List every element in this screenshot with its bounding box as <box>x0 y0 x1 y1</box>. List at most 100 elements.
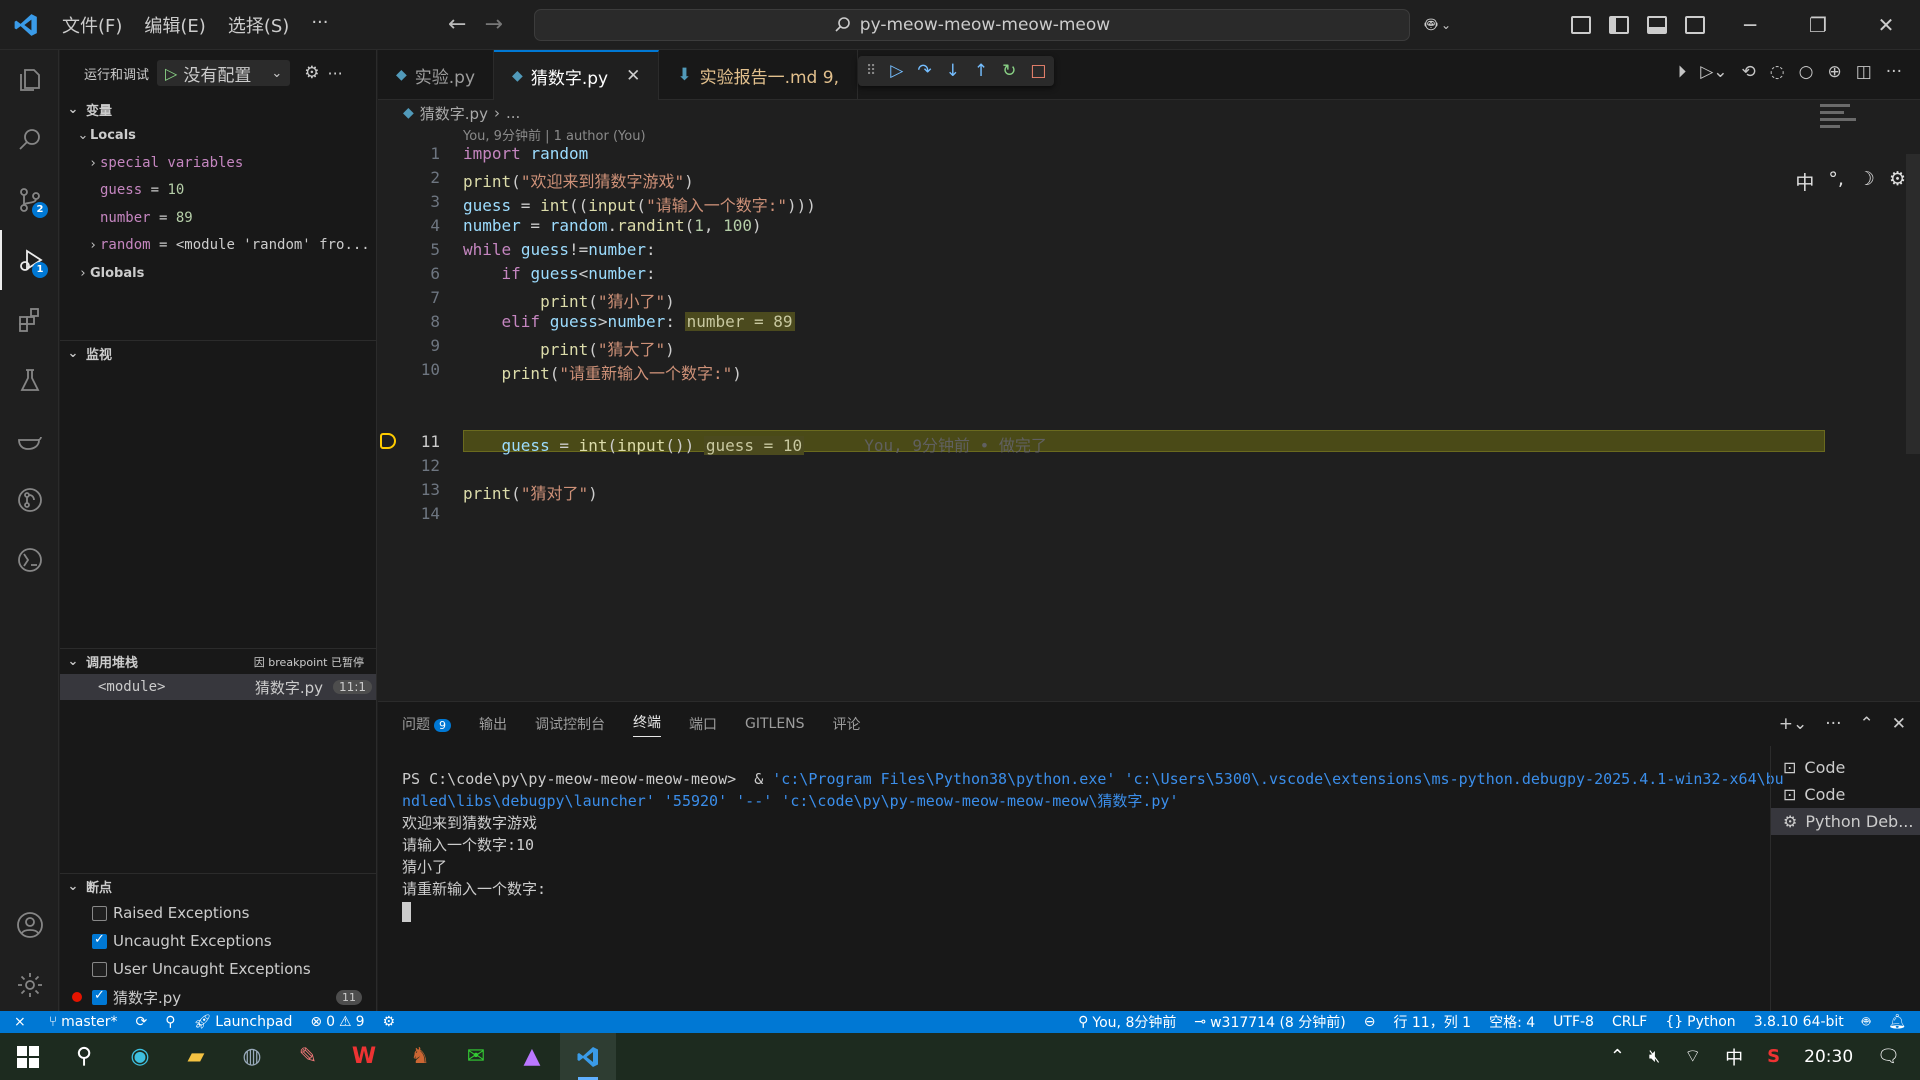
variable-row[interactable]: number = 89 <box>60 205 376 233</box>
close-icon[interactable]: ✕ <box>626 66 640 86</box>
run-icon[interactable]: ▷⌄ <box>1700 62 1727 82</box>
variable-row[interactable]: › special variables <box>60 150 376 178</box>
ime-punct-icon[interactable]: °, <box>1828 168 1844 195</box>
forward-arrow-icon[interactable]: → <box>484 12 502 37</box>
encoding[interactable]: UTF-8 <box>1544 1014 1603 1030</box>
variable-row[interactable]: guess = 10 <box>60 177 376 205</box>
breakpoint-checkbox[interactable] <box>92 961 107 977</box>
breadcrumb-symbol[interactable]: ... <box>506 104 520 122</box>
gitlens-compare-icon[interactable]: ⊕ <box>1827 62 1841 82</box>
tab-gitlens[interactable]: GITLENS <box>745 716 805 732</box>
tab-terminal[interactable]: 终端 <box>633 712 661 737</box>
notification-center-icon[interactable]: 🗨︎ <box>1877 1046 1900 1067</box>
tab-experiment[interactable]: ◆ 实验.py <box>378 50 495 100</box>
more-actions-icon[interactable]: ··· <box>1886 62 1902 82</box>
start-debug-icon[interactable]: ▷ <box>165 64 177 83</box>
gitlens-icon[interactable] <box>0 470 59 530</box>
minimize-icon[interactable]: ─ <box>1716 0 1784 50</box>
copilot-status-icon[interactable]: 🤖︎ <box>1853 1012 1879 1032</box>
vscode-taskbar-icon[interactable] <box>560 1033 616 1080</box>
debug-status-icon[interactable]: ⚙ <box>374 1014 405 1030</box>
tab-problems[interactable]: 问题 9 <box>402 714 451 734</box>
editor-scrollbar[interactable] <box>1906 154 1920 454</box>
app-icon[interactable]: ▲ <box>504 1033 560 1080</box>
terminal-output[interactable]: PS C:\code\py\py-meow-meow-meow-meow> & … <box>402 768 1792 922</box>
chevron-down-icon[interactable]: ⌄ <box>271 66 282 81</box>
source-control-icon[interactable]: 2 <box>0 170 59 230</box>
terminal-item[interactable]: ⊡ Code <box>1771 781 1920 808</box>
testing-icon[interactable] <box>0 350 59 410</box>
toggle-panel-icon[interactable] <box>1647 16 1667 34</box>
variable-row[interactable]: › random = <module 'random' fro... <box>60 232 376 260</box>
toggle-secondary-sidebar-icon[interactable] <box>1685 16 1705 34</box>
tab-output[interactable]: 输出 <box>479 714 507 734</box>
step-into-icon[interactable]: ↓ <box>946 61 960 81</box>
wifi-icon[interactable]: ⌔ <box>1684 1045 1701 1068</box>
commit-status[interactable]: ⊸ w317714 (8 分钟前) <box>1185 1012 1354 1032</box>
close-window-icon[interactable]: ✕ <box>1852 0 1920 50</box>
branch-status[interactable]: ⑂ master* <box>40 1014 127 1030</box>
minimap[interactable] <box>1820 100 1860 130</box>
wps-office-icon[interactable]: W <box>336 1033 392 1080</box>
menu-selection[interactable]: 选择(S) <box>218 8 299 42</box>
eol[interactable]: CRLF <box>1603 1014 1656 1030</box>
indentation[interactable]: 空格: 4 <box>1480 1012 1544 1032</box>
stop-icon[interactable]: □ <box>1030 61 1046 81</box>
extensions-icon[interactable] <box>0 290 59 350</box>
globals-scope[interactable]: › Globals <box>60 260 376 288</box>
previous-change-icon[interactable]: ◌ <box>1770 62 1785 82</box>
restart-icon[interactable]: ↻ <box>1002 61 1016 81</box>
command-center[interactable]: py-meow-meow-meow-meow <box>534 9 1410 41</box>
chevron-down-icon[interactable]: ⌄ <box>1441 18 1451 32</box>
menu-file[interactable]: 文件(F) <box>52 8 132 42</box>
breakpoint-item[interactable]: Raised Exceptions <box>60 899 376 927</box>
cursor-position[interactable]: 行 11，列 1 <box>1384 1012 1480 1032</box>
language-mode[interactable]: {} Python <box>1656 1014 1744 1030</box>
run-python-icon[interactable]: ⏵ <box>1678 62 1687 82</box>
locals-scope[interactable]: ⌄ Locals <box>60 122 376 150</box>
file-explorer-icon[interactable]: ▰ <box>168 1033 224 1080</box>
wechat-icon[interactable]: ✉ <box>448 1033 504 1080</box>
windows-start-icon[interactable] <box>0 1033 56 1080</box>
open-changes-icon[interactable]: ⟲ <box>1742 62 1756 82</box>
docker-icon[interactable] <box>0 410 59 470</box>
game-app-icon[interactable]: ♞ <box>392 1033 448 1080</box>
menu-edit[interactable]: 编辑(E) <box>134 8 215 42</box>
breakpoint-checkbox[interactable] <box>92 905 107 921</box>
breakpoint-item[interactable]: User Uncaught Exceptions <box>60 955 376 983</box>
toggle-sidebar-icon[interactable] <box>1609 16 1629 34</box>
interpreter[interactable]: 3.8.10 64-bit <box>1745 1014 1853 1030</box>
next-change-icon[interactable]: ○ <box>1799 62 1814 82</box>
watch-section-header[interactable]: ⌄ 监视 <box>60 340 376 366</box>
ime-settings-icon[interactable]: ⚙ <box>1889 168 1906 195</box>
tab-ports[interactable]: 端口 <box>689 714 717 734</box>
maximize-panel-icon[interactable]: ⌃ <box>1860 714 1874 734</box>
remote-explorer-icon[interactable] <box>0 530 59 590</box>
tab-report[interactable]: ⬇ 实验报告一.md 9, <box>659 50 858 100</box>
more-icon[interactable]: ··· <box>327 64 342 83</box>
volume-muted-icon[interactable]: 🔇︎ <box>1649 1046 1660 1067</box>
terminal-item[interactable]: ⚙ Python Deb... <box>1771 808 1920 835</box>
step-out-icon[interactable]: ↑ <box>974 61 988 81</box>
codelens-blame[interactable]: You, 9分钟前 | 1 author (You) <box>463 125 646 144</box>
ime-indicator[interactable]: 中 <box>1725 1044 1743 1070</box>
remote-icon[interactable]: ⨯ <box>0 1014 40 1030</box>
drawing-app-icon[interactable]: ✎ <box>280 1033 336 1080</box>
gear-icon[interactable]: ⚙ <box>304 63 319 83</box>
clock[interactable]: 20:30 <box>1804 1047 1853 1067</box>
explorer-icon[interactable] <box>0 50 59 110</box>
step-over-icon[interactable]: ↷ <box>917 61 931 81</box>
publish-icon[interactable]: ⚲ <box>156 1014 184 1030</box>
breakpoint-checkbox[interactable] <box>92 932 107 949</box>
split-editor-icon[interactable]: ◫ <box>1856 62 1872 82</box>
tab-comments[interactable]: 评论 <box>833 714 861 734</box>
notifications-bell-icon[interactable]: 🔔︎ <box>1879 1014 1920 1030</box>
ime-mode[interactable]: 中 <box>1795 168 1814 195</box>
breadcrumb-file[interactable]: 猜数字.py <box>420 103 488 124</box>
steam-icon[interactable]: ◍ <box>224 1033 280 1080</box>
tray-overflow-icon[interactable]: ⌃ <box>1610 1046 1625 1067</box>
customize-layout-icon[interactable] <box>1571 16 1591 34</box>
breakpoints-section-header[interactable]: ⌄ 断点 <box>60 873 376 899</box>
sogou-ime-icon[interactable]: S <box>1767 1046 1780 1067</box>
new-terminal-icon[interactable]: +⌄ <box>1779 714 1808 734</box>
